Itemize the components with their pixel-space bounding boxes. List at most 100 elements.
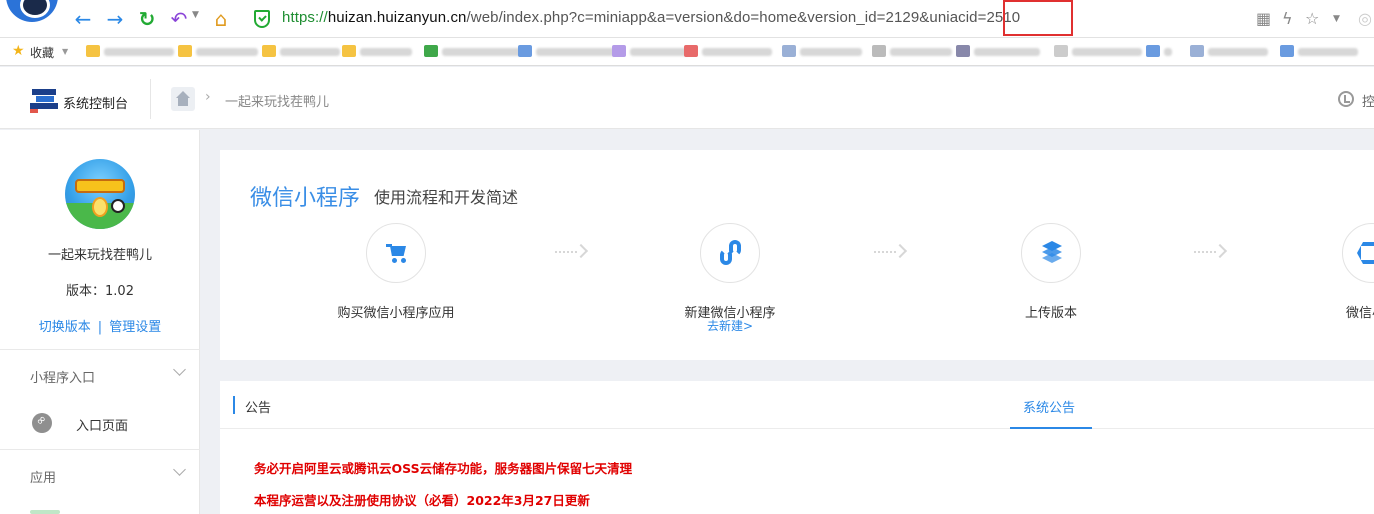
bookmark-label-blurred: [280, 48, 340, 56]
back-arrow-icon[interactable]: ←: [72, 8, 94, 30]
site-icon: [782, 45, 796, 57]
breadcrumb-current: 一起来玩找茬鸭儿: [225, 95, 330, 110]
sidebar-item-entry-page[interactable]: 入口页面: [76, 415, 128, 434]
app-version: 版本：1.02: [66, 284, 134, 299]
step-label: 微信小程: [1345, 306, 1374, 321]
app-avatar: [65, 159, 135, 229]
step-icon-circle: [1021, 223, 1081, 283]
qr-code-icon[interactable]: ▦: [1256, 9, 1271, 28]
step-label: 上传版本: [1024, 306, 1077, 321]
manage-settings-link[interactable]: 管理设置: [109, 320, 161, 335]
forward-arrow-icon[interactable]: →: [104, 8, 126, 30]
bookmark-label-blurred: [196, 48, 258, 56]
star-icon: ★: [12, 43, 25, 59]
extension-icon[interactable]: ◎: [1358, 9, 1372, 28]
bookmark-label-blurred: [1298, 48, 1358, 56]
undo-icon[interactable]: ↶: [168, 8, 190, 30]
folder-icon: [342, 45, 356, 57]
sidebar-links: 切换版本 | 管理设置: [0, 316, 200, 335]
chevron-down-icon[interactable]: [173, 363, 186, 376]
site-icon: [872, 45, 886, 57]
app-header: 系统控制台 › 一起来玩找茬鸭儿 控: [0, 67, 1374, 129]
folder-icon: [178, 45, 192, 57]
step-arrow-icon: [874, 243, 908, 259]
site-icon: [612, 45, 626, 57]
tab-system-notice-label: 系统公告: [1023, 401, 1076, 416]
notice-accent-bar: [233, 396, 235, 414]
sidebar: 一起来玩找茬鸭儿 版本：1.02 切换版本 | 管理设置 小程序入口 入口页面 应用: [0, 130, 200, 514]
notice-title: 公告: [245, 401, 272, 416]
bookmark-label-blurred: [800, 48, 862, 56]
breadcrumb-home-icon[interactable]: [171, 87, 195, 111]
folder-icon: [86, 45, 100, 57]
link-separator: |: [97, 320, 103, 335]
link-icon: [718, 239, 744, 267]
console-dashboard-icon[interactable]: [1338, 91, 1354, 107]
chevron-down-icon[interactable]: [173, 463, 186, 476]
header-right-label[interactable]: 控: [1362, 91, 1374, 110]
favorites-dropdown-icon[interactable]: ▼: [62, 47, 68, 56]
folder-icon: [262, 45, 276, 57]
star-bookmark-icon[interactable]: ☆: [1305, 9, 1319, 28]
site-icon: [518, 45, 532, 57]
switch-version-link[interactable]: 切换版本: [39, 320, 91, 335]
site-icon: [1190, 45, 1204, 57]
tab-system-notice[interactable]: 系统公告: [1010, 381, 1092, 429]
bookmark-label-blurred: [442, 48, 522, 56]
step-icon-circle: [700, 223, 760, 283]
go-create-link[interactable]: 去新建>: [630, 317, 830, 334]
app-menu-icon: [30, 510, 60, 514]
step-arrow-icon: [1194, 243, 1228, 259]
browser-toolbar: ← → ↻ ↶ ▼ ⌂ https://huizan.huizanyun.cn/…: [0, 0, 1374, 38]
chevron-down-icon[interactable]: ▼: [1333, 14, 1340, 24]
bookmarks-bar: ★ 收藏 ▼: [0, 38, 1374, 66]
sidebar-divider: [0, 349, 200, 350]
site-icon: [956, 45, 970, 57]
bookmark-label-blurred: [1164, 48, 1172, 56]
breadcrumb-separator-icon: ›: [205, 89, 211, 105]
address-bar[interactable]: https://huizan.huizanyun.cn/web/index.ph…: [246, 0, 1346, 36]
bookmark-label-blurred: [974, 48, 1040, 56]
process-title: 微信小程序: [250, 186, 361, 211]
layers-icon: [1040, 241, 1064, 265]
group-title-apps[interactable]: 应用: [30, 467, 56, 486]
profile-avatar[interactable]: [6, 0, 58, 22]
sidebar-divider: [0, 449, 200, 450]
header-divider: [150, 79, 151, 119]
site-icon: [1054, 45, 1068, 57]
link-icon: [32, 413, 52, 433]
bookmark-label-blurred: [360, 48, 412, 56]
url-protocol: https://: [282, 9, 328, 26]
bookmark-label-blurred: [890, 48, 952, 56]
notice-item[interactable]: 本程序运营以及注册使用协议（必看）2022年3月27日更新: [254, 490, 590, 509]
bookmark-label-blurred: [702, 48, 772, 56]
console-title[interactable]: 系统控制台: [63, 93, 128, 112]
console-logo-icon[interactable]: [30, 89, 58, 113]
bookmark-label-blurred: [1072, 48, 1142, 56]
step-arrow-icon: [555, 243, 589, 259]
process-card: 微信小程序 使用流程和开发简述 购买微信小程序应用 新建微信小程序 去新建> 上…: [220, 150, 1374, 360]
hexagon-icon: [1357, 242, 1374, 264]
notice-item[interactable]: 务必开启阿里云或腾讯云OSS云储存功能，服务器图片保留七天清理: [254, 458, 632, 477]
group-title-miniapp-entry[interactable]: 小程序入口: [30, 367, 95, 386]
bookmark-label-blurred: [630, 48, 690, 56]
reload-icon[interactable]: ↻: [136, 8, 158, 30]
site-icon: [684, 45, 698, 57]
undo-dropdown-caret-icon[interactable]: ▼: [192, 10, 199, 20]
url-path: /web/index.php?c=miniapp&a=version&do=ho…: [466, 9, 987, 26]
site-icon: [1280, 45, 1294, 57]
lightning-icon[interactable]: ϟ: [1282, 9, 1293, 28]
home-icon[interactable]: ⌂: [210, 8, 232, 30]
notice-header: 公告 系统公告: [220, 381, 1374, 429]
bookmark-label-blurred: [1208, 48, 1268, 56]
bookmark-label-blurred: [104, 48, 174, 56]
step-icon-circle: [366, 223, 426, 283]
url-text[interactable]: https://huizan.huizanyun.cn/web/index.ph…: [282, 9, 1020, 26]
site-icon: [1146, 45, 1160, 57]
favorites-label[interactable]: 收藏: [30, 44, 54, 61]
step-label: 购买微信小程序应用: [337, 306, 455, 321]
site-icon: [424, 45, 438, 57]
app-name: 一起来玩找茬鸭儿: [47, 248, 152, 263]
url-highlight-box: [1003, 0, 1073, 36]
bookmark-label-blurred: [536, 48, 616, 56]
